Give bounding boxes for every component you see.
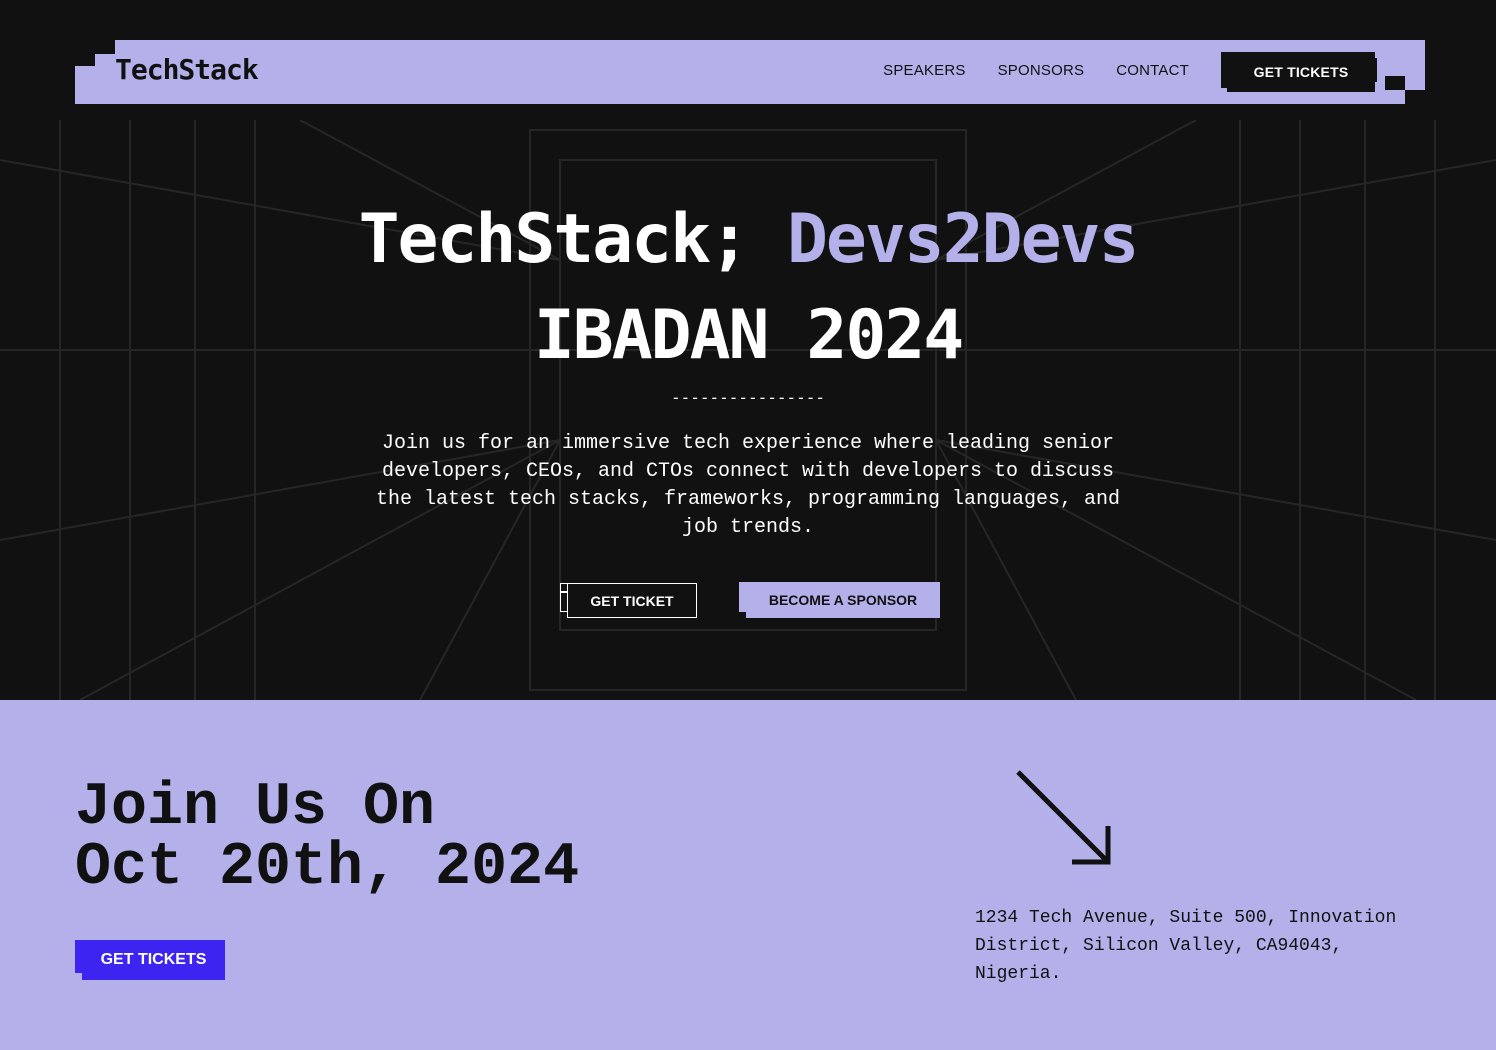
pixel-decoration xyxy=(95,40,115,54)
pixel-decoration xyxy=(739,592,746,612)
event-heading-line1: Join Us On xyxy=(75,774,436,842)
main-nav: SPEAKERS SPONSORS CONTACT xyxy=(883,62,1189,79)
site-header: TechStack SPEAKERS SPONSORS CONTACT GET … xyxy=(75,40,1425,104)
hero-divider: ---------------- xyxy=(670,388,826,407)
pixel-decoration xyxy=(75,40,95,50)
nav-contact-link[interactable]: CONTACT xyxy=(1116,62,1189,79)
event-info-section: Join Us On Oct 20th, 2024 GET TICKETS 12… xyxy=(0,700,1496,1050)
hero-title: TechStack; Devs2Devs IBADAN 2024 xyxy=(0,192,1496,384)
site-logo[interactable]: TechStack xyxy=(115,53,259,86)
hero-description: Join us for an immersive tech experience… xyxy=(375,432,1121,539)
arrow-down-right-icon xyxy=(1016,770,1111,865)
event-heading-date: Oct 20th, 2024 xyxy=(75,834,580,902)
get-tickets-button-secondary[interactable]: GET TICKETS xyxy=(82,940,225,980)
get-ticket-button[interactable]: GET TICKET xyxy=(567,583,697,618)
get-tickets-button[interactable]: GET TICKETS xyxy=(1227,52,1375,92)
hero-title-city: IBADAN 2024 xyxy=(533,296,964,375)
logo-text: TechStack xyxy=(115,53,259,86)
pixel-decoration xyxy=(1385,76,1405,90)
pixel-decoration xyxy=(75,949,82,973)
pixel-decoration xyxy=(1371,58,1377,82)
nav-sponsors-link[interactable]: SPONSORS xyxy=(998,62,1085,79)
hero-title-accent: Devs2Devs xyxy=(786,200,1139,279)
nav-speakers-link[interactable]: SPEAKERS xyxy=(883,62,965,79)
pixel-decoration xyxy=(1405,90,1425,104)
event-date-heading: Join Us On Oct 20th, 2024 xyxy=(75,778,579,898)
hero-title-brand: TechStack; xyxy=(358,200,750,279)
pixel-decoration xyxy=(560,592,567,612)
pixel-decoration xyxy=(75,50,95,66)
event-address: 1234 Tech Avenue, Suite 500, Innovation … xyxy=(975,908,1397,984)
become-sponsor-button[interactable]: BECOME A SPONSOR xyxy=(746,582,940,618)
